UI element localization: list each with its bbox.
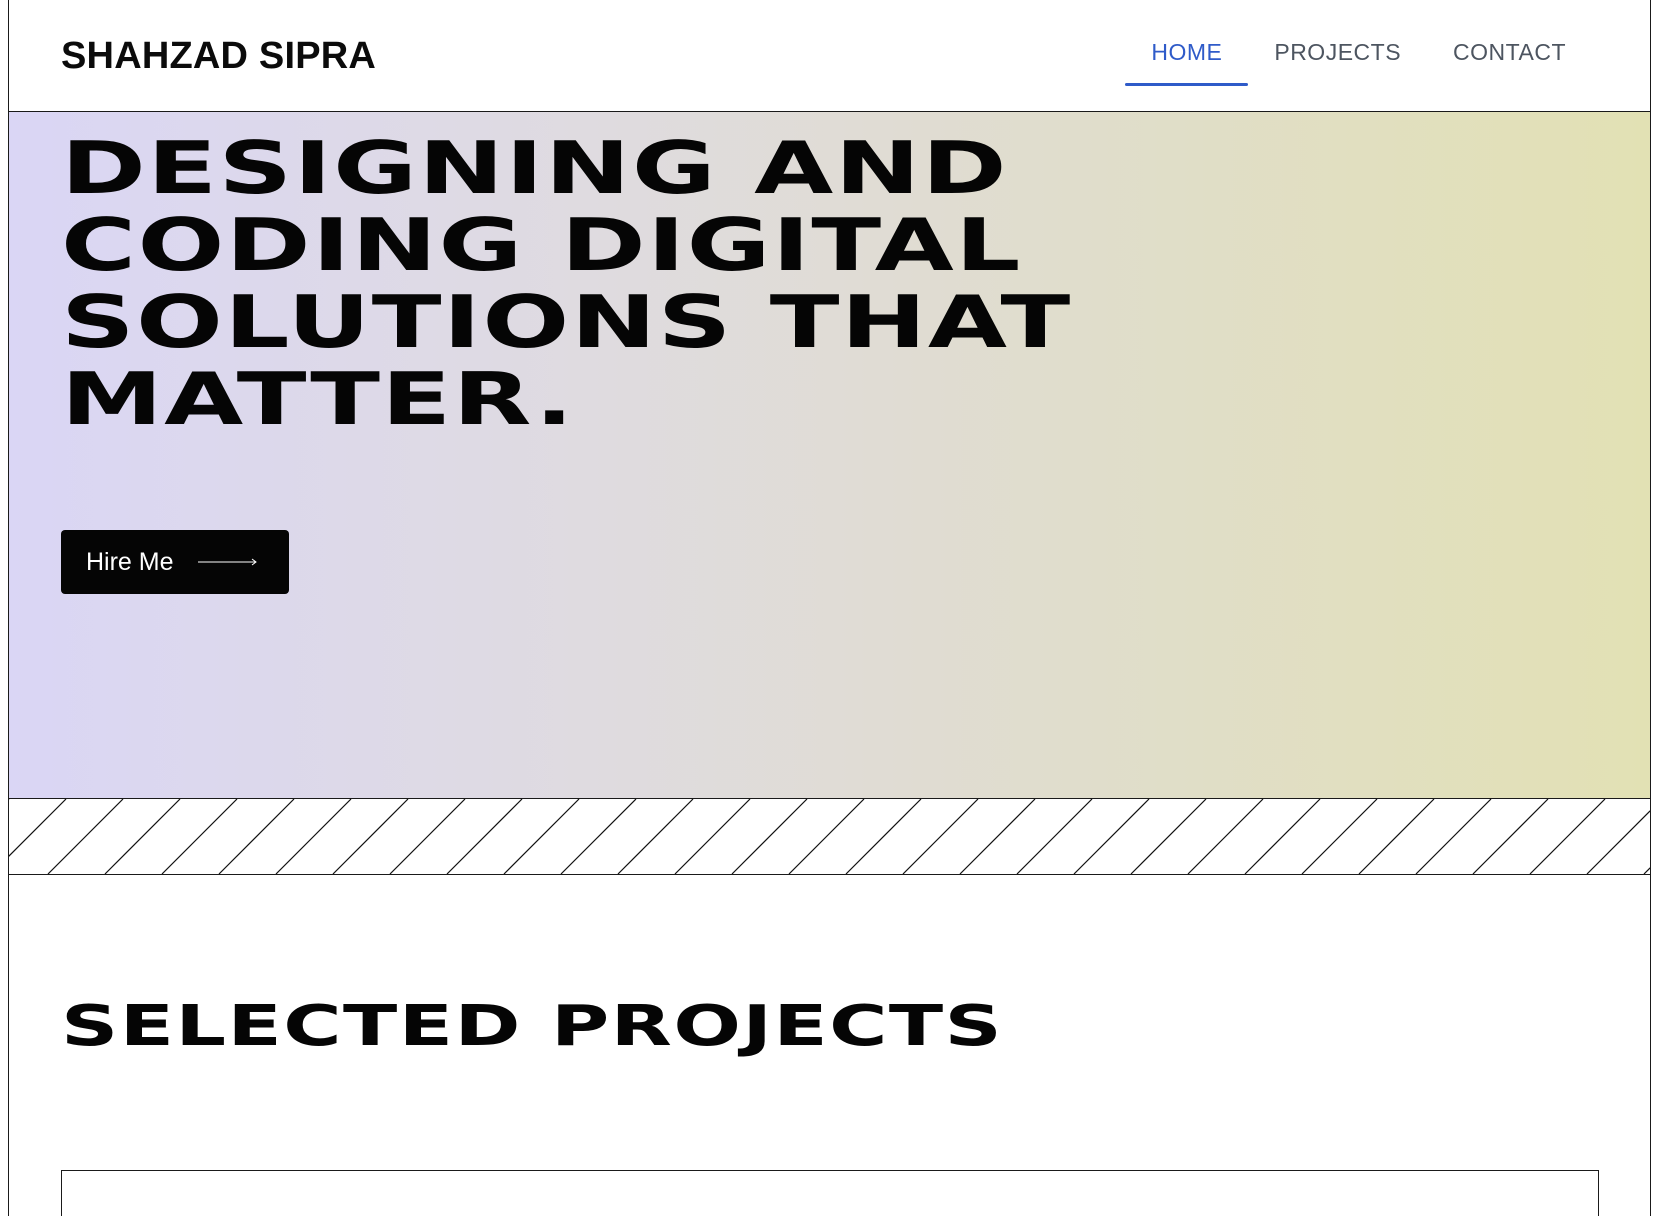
stripe-line (389, 799, 466, 874)
stripe-line (9, 799, 67, 857)
main-nav: HOME PROJECTS CONTACT (1125, 32, 1592, 86)
stripe-line (1130, 799, 1207, 874)
stripe-line (902, 799, 979, 874)
stripe-line (845, 799, 922, 874)
page-frame: SHAHZAD SIPRA HOME PROJECTS CONTACT DESI… (8, 0, 1651, 1216)
stripe-line (1301, 799, 1378, 874)
hire-me-button[interactable]: Hire Me (61, 530, 289, 594)
hire-me-label: Hire Me (86, 548, 174, 576)
hero-title-line-1: DESIGNING AND (61, 126, 1009, 210)
stripe-line (161, 799, 238, 874)
nav-projects[interactable]: PROJECTS (1248, 32, 1427, 86)
nav-contact[interactable]: CONTACT (1427, 32, 1592, 86)
hero-title-line-3: SOLUTIONS THAT (61, 280, 1072, 364)
stripe-line (1529, 799, 1606, 874)
stripe-line (47, 799, 124, 874)
stripe-line (560, 799, 637, 874)
stripe-line (1472, 799, 1549, 874)
stripe-line (503, 799, 580, 874)
hero-title-line-4: MATTER. (61, 357, 576, 441)
nav-home[interactable]: HOME (1125, 32, 1249, 86)
stripe-line (1358, 799, 1435, 874)
stripe-line (1187, 799, 1264, 874)
brand-logo[interactable]: SHAHZAD SIPRA (61, 33, 376, 79)
hero-title: DESIGNING AND CODING DIGITAL SOLUTIONS T… (61, 126, 1072, 441)
stripe-line (731, 799, 808, 874)
stripe-line (617, 799, 694, 874)
stripe-line (218, 799, 295, 874)
stripe-line (332, 799, 409, 874)
stripe-pattern (9, 799, 1650, 874)
project-card[interactable] (61, 1170, 1599, 1216)
stripe-line (446, 799, 523, 874)
stripe-line (104, 799, 181, 874)
stripe-line (674, 799, 751, 874)
selected-projects-heading: SELECTED PROJECTS (61, 994, 1004, 1059)
diagonal-stripe-divider (9, 799, 1650, 875)
stripe-line (788, 799, 865, 874)
stripe-line (1415, 799, 1492, 874)
stripe-line (1016, 799, 1093, 874)
site-header: SHAHZAD SIPRA HOME PROJECTS CONTACT (9, 0, 1650, 112)
hero-title-line-2: CODING DIGITAL (61, 203, 1022, 287)
hero-section: DESIGNING AND CODING DIGITAL SOLUTIONS T… (9, 112, 1650, 799)
arrow-right-icon (197, 558, 257, 566)
stripe-line (959, 799, 1036, 874)
stripe-line (1073, 799, 1150, 874)
stripe-line (1244, 799, 1321, 874)
stripe-line (275, 799, 352, 874)
stripe-line (1586, 810, 1650, 874)
